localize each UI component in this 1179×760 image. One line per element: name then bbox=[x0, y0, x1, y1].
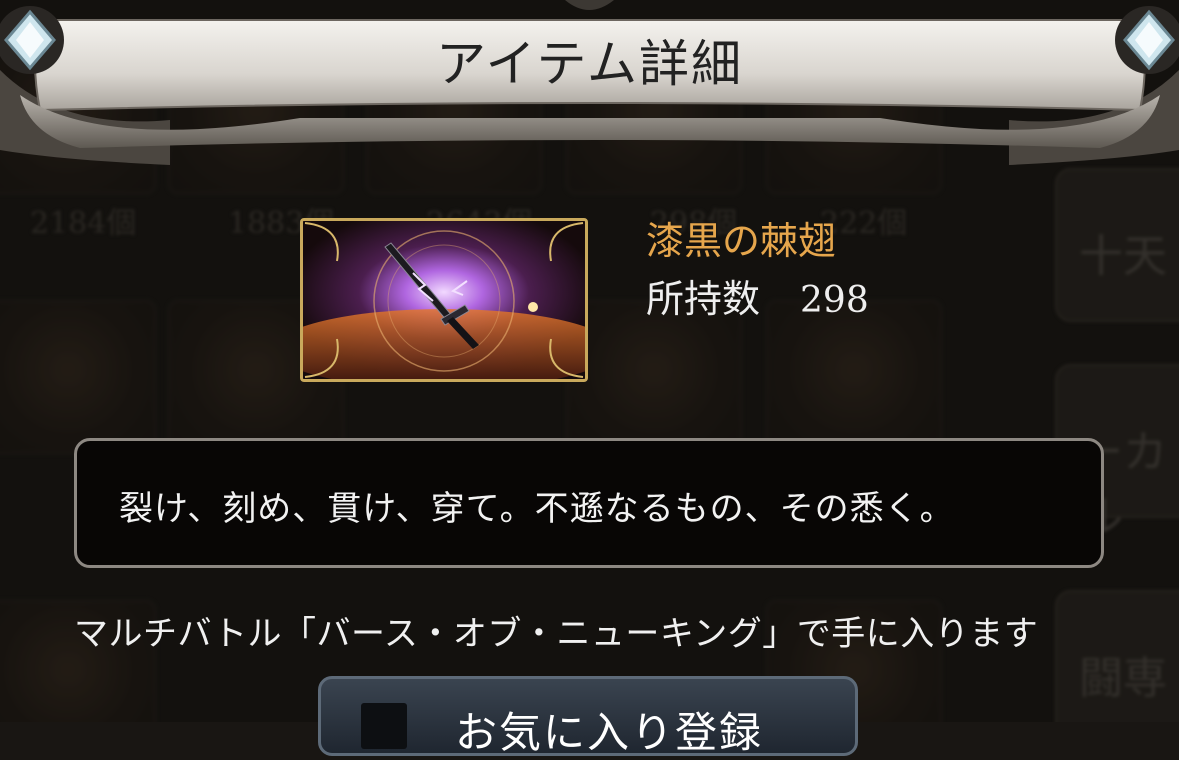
black-sword-item-icon bbox=[303, 221, 585, 379]
owned-count: 298 bbox=[800, 280, 869, 321]
item-description: 裂け、刻め、貫け、穿て。不遜なるもの、その悉く。 bbox=[119, 489, 955, 529]
favorite-checkbox-icon bbox=[361, 703, 407, 749]
page-title: アイテム詳細 bbox=[436, 35, 743, 93]
add-favorite-button[interactable]: お気に入り登録 bbox=[318, 676, 858, 757]
owned-label: 所持数 bbox=[646, 277, 761, 321]
item-source: マルチバトル「バース・オブ・ニューキング」で手に入ります bbox=[74, 614, 1039, 654]
item-thumbnail bbox=[300, 218, 588, 382]
title-banner: アイテム詳細 bbox=[0, 0, 1179, 170]
item-description-box: 裂け、刻め、貫け、穿て。不遜なるもの、その悉く。 bbox=[74, 438, 1104, 568]
add-favorite-label: お気に入り登録 bbox=[455, 708, 764, 757]
owned-count-row: 所持数 298 bbox=[646, 268, 869, 323]
item-name: 漆黒の棘翅 bbox=[646, 219, 837, 263]
